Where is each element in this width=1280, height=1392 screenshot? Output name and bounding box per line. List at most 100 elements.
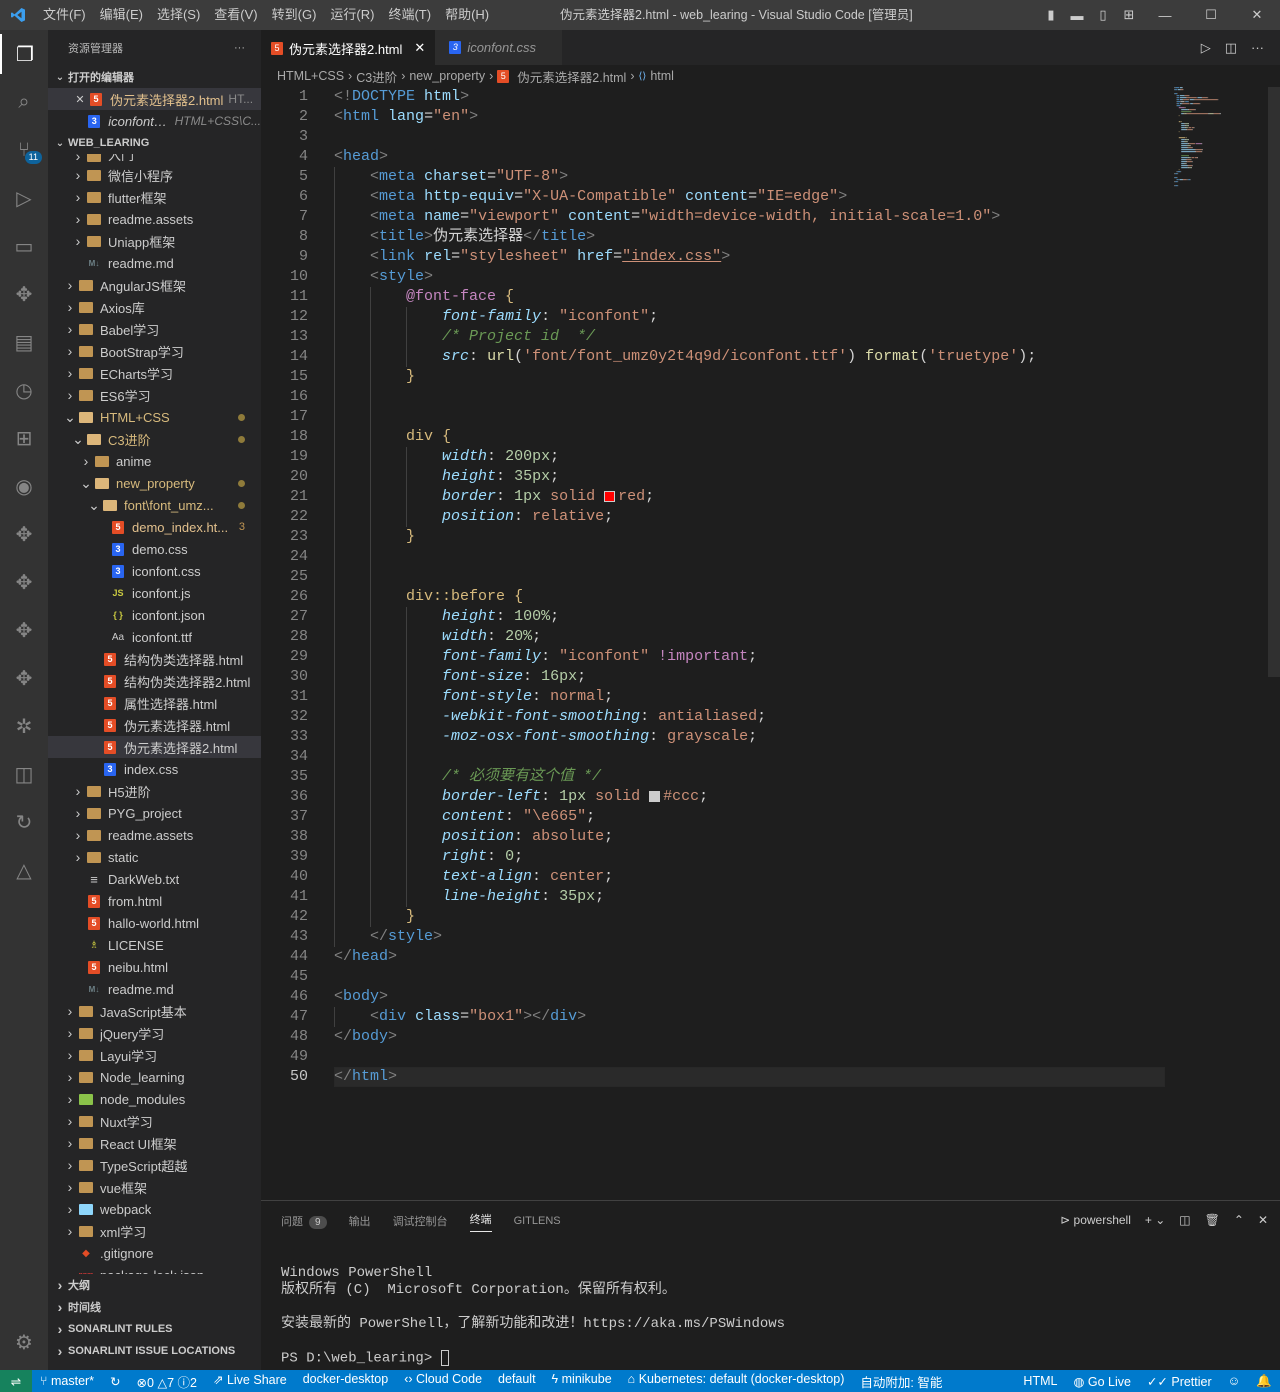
tree-item[interactable]: › ECharts学习 bbox=[48, 362, 261, 384]
split-terminal-icon[interactable]: ◫ bbox=[1179, 1213, 1190, 1227]
tree-item[interactable]: ⌄ font\font_umz... bbox=[48, 494, 261, 516]
source-control-icon[interactable]: ⑂ 11 bbox=[0, 130, 48, 170]
sidebar-section-0[interactable]: › 大纲 bbox=[48, 1274, 261, 1296]
close-window-button[interactable]: ✕ bbox=[1234, 7, 1280, 23]
tree-item[interactable]: 3 iconfont.css bbox=[48, 560, 261, 582]
color-swatch[interactable] bbox=[604, 490, 616, 502]
tree-item[interactable]: 5 结构伪类选择器.html bbox=[48, 648, 261, 670]
tree-item[interactable]: 5 neibu.html bbox=[48, 956, 261, 978]
extensions-icon[interactable]: ⊞ bbox=[0, 418, 48, 458]
tree-item[interactable]: › JavaScript基本 bbox=[48, 1000, 261, 1022]
notifications-bell-icon[interactable]: 🔔 bbox=[1248, 1374, 1280, 1389]
sidebar-section-2[interactable]: › SONARLINT RULES bbox=[48, 1318, 261, 1340]
tree-item[interactable]: 5 from.html bbox=[48, 890, 261, 912]
tree-item[interactable]: › Nuxt学习 bbox=[48, 1110, 261, 1132]
gitlens-icon[interactable]: ◷ bbox=[0, 370, 48, 410]
tree-item[interactable]: › flutter框架 bbox=[48, 186, 261, 208]
tree-item[interactable]: › 微信小程序 bbox=[48, 164, 261, 186]
tree-item[interactable]: › anime bbox=[48, 450, 261, 472]
tree-item[interactable]: › readme.assets bbox=[48, 824, 261, 846]
toggle-secondary-sidebar-icon[interactable]: ▯ bbox=[1090, 7, 1116, 23]
breadcrumb-item[interactable]: 伪元素选择器2.html bbox=[517, 67, 626, 86]
search-icon[interactable]: ⌕ bbox=[0, 82, 48, 122]
tree-item[interactable]: › static bbox=[48, 846, 261, 868]
tree-item[interactable]: Aa iconfont.ttf bbox=[48, 626, 261, 648]
tree-item[interactable]: 5 demo_index.ht... 3 bbox=[48, 516, 261, 538]
cloud-code-icon[interactable]: ✥ bbox=[0, 274, 48, 314]
database-icon[interactable]: ◫ bbox=[0, 754, 48, 794]
feedback-icon[interactable]: ☺ bbox=[1220, 1374, 1249, 1388]
tree-item[interactable]: › ES6学习 bbox=[48, 384, 261, 406]
minimize-button[interactable]: — bbox=[1142, 8, 1188, 23]
status-item[interactable]: ✓✓ Prettier bbox=[1139, 1374, 1220, 1389]
status-item[interactable]: 自动附加: 智能 bbox=[852, 1372, 950, 1391]
github-icon[interactable]: ◉ bbox=[0, 466, 48, 506]
status-item[interactable]: HTML bbox=[1015, 1374, 1065, 1388]
scrollbar-thumb[interactable] bbox=[1268, 87, 1280, 677]
tree-item[interactable]: 5 伪元素选择器.html bbox=[48, 714, 261, 736]
tree-item[interactable]: › Node_learning bbox=[48, 1066, 261, 1088]
git-branch[interactable]: ⑂ master* bbox=[32, 1374, 102, 1388]
menu-item[interactable]: 文件(F) bbox=[36, 0, 93, 30]
terminal-output[interactable]: Windows PowerShell 版权所有 (C) Microsoft Cor… bbox=[281, 1265, 785, 1368]
more-actions-icon[interactable]: ··· bbox=[234, 42, 245, 54]
status-item[interactable]: ‹› Cloud Code bbox=[396, 1372, 490, 1391]
menu-item[interactable]: 选择(S) bbox=[150, 0, 207, 30]
tab-css-file[interactable]: 3 iconfont.css bbox=[435, 30, 562, 65]
kill-terminal-icon[interactable]: 🗑 bbox=[1205, 1213, 1220, 1227]
tab-gitlens[interactable]: GITLENS bbox=[514, 1215, 561, 1227]
tree-item[interactable]: 5 伪元素选择器2.html bbox=[48, 736, 261, 758]
docker-icon[interactable]: ▤ bbox=[0, 322, 48, 362]
breadcrumb-item[interactable]: new_property bbox=[409, 69, 485, 83]
tree-item[interactable]: 3 demo.css bbox=[48, 538, 261, 560]
maximize-panel-icon[interactable]: ⌃ bbox=[1234, 1213, 1244, 1227]
toggle-panel-icon[interactable]: ▬ bbox=[1064, 8, 1090, 23]
kubernetes-icon[interactable]: ✲ bbox=[0, 706, 48, 746]
cloud-run-icon[interactable]: ✥ bbox=[0, 514, 48, 554]
minimap[interactable] bbox=[1172, 87, 1268, 197]
terminal-shell-selector[interactable]: ⊳ powershell bbox=[1060, 1213, 1131, 1227]
status-item[interactable]: ϟ minikube bbox=[544, 1372, 620, 1391]
tree-item[interactable]: ⌄ HTML+CSS bbox=[48, 406, 261, 428]
split-editor-icon[interactable]: ◫ bbox=[1225, 30, 1237, 65]
menu-item[interactable]: 编辑(E) bbox=[93, 0, 150, 30]
tree-item[interactable]: { } iconfont.json bbox=[48, 604, 261, 626]
tree-item[interactable]: › xml学习 bbox=[48, 1220, 261, 1242]
new-terminal-icon[interactable]: + ⌄ bbox=[1145, 1213, 1165, 1227]
close-tab-icon[interactable]: ✕ bbox=[414, 40, 425, 56]
run-icon[interactable]: ▷ bbox=[1201, 30, 1211, 65]
menu-item[interactable]: 查看(V) bbox=[207, 0, 264, 30]
tree-item[interactable]: › React UI框架 bbox=[48, 1132, 261, 1154]
toggle-sidebar-icon[interactable]: ▮ bbox=[1038, 7, 1064, 23]
tree-item[interactable]: › TypeScript超越 bbox=[48, 1154, 261, 1176]
editor-scrollbar[interactable] bbox=[1268, 87, 1280, 1200]
cloud-api-icon[interactable]: ✥ bbox=[0, 610, 48, 650]
sidebar-section-1[interactable]: › 时间线 bbox=[48, 1296, 261, 1318]
status-item[interactable]: ⌂ Kubernetes: default (docker-desktop) bbox=[620, 1372, 853, 1391]
breadcrumb-item[interactable]: C3进阶 bbox=[356, 67, 397, 86]
tab-debug-console[interactable]: 调试控制台 bbox=[393, 1213, 448, 1229]
tab-output[interactable]: 输出 bbox=[349, 1213, 371, 1229]
remote-indicator[interactable]: ⇌ bbox=[0, 1370, 32, 1392]
tree-item[interactable]: › H5进阶 bbox=[48, 780, 261, 802]
cloud-secrets-icon[interactable]: ✥ bbox=[0, 658, 48, 698]
color-swatch[interactable] bbox=[649, 790, 661, 802]
status-item[interactable]: docker-desktop bbox=[295, 1372, 396, 1391]
menu-item[interactable]: 转到(G) bbox=[265, 0, 324, 30]
tree-item[interactable]: 5 属性选择器.html bbox=[48, 692, 261, 714]
status-item[interactable]: default bbox=[490, 1372, 544, 1391]
tree-item[interactable]: ⌄ new_property bbox=[48, 472, 261, 494]
open-editor-item[interactable]: ✕ 5 伪元素选择器2.html HT... bbox=[48, 88, 261, 110]
settings-gear-icon[interactable]: ⚙ bbox=[0, 1322, 48, 1362]
tab-terminal[interactable]: 终端 bbox=[469, 1211, 492, 1232]
tree-item[interactable]: › PYG_project bbox=[48, 802, 261, 824]
tree-item[interactable]: › Uniapp框架 bbox=[48, 230, 261, 252]
tree-item[interactable]: › Layui学习 bbox=[48, 1044, 261, 1066]
status-item[interactable]: ◍ Go Live bbox=[1065, 1374, 1138, 1389]
close-panel-icon[interactable]: ✕ bbox=[1258, 1213, 1268, 1227]
tree-item[interactable]: 3 index.css bbox=[48, 758, 261, 780]
tree-item[interactable]: M↓ readme.md bbox=[48, 978, 261, 1000]
sync-icon[interactable]: ↻ bbox=[102, 1374, 128, 1389]
problems-status[interactable]: ⊗0 △7 ⓘ2 bbox=[129, 1372, 205, 1391]
code-editor[interactable]: 1 <!DOCTYPE html> 2 <html lang="en"> 3 4 <head… bbox=[261, 87, 1280, 1200]
